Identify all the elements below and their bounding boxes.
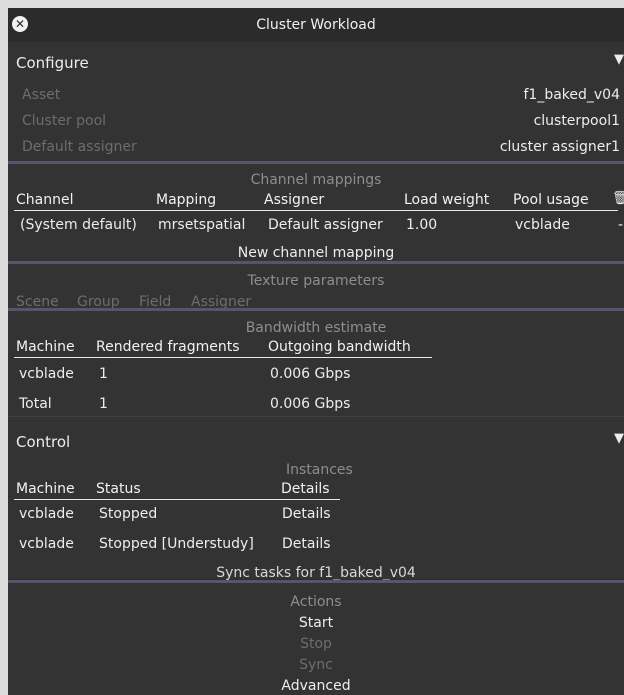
header-underline [14, 210, 618, 211]
cluster-pool-label: Cluster pool [22, 113, 107, 129]
machine-cell: vcblade [19, 366, 74, 382]
default-assigner-value[interactable]: cluster assigner1 [500, 139, 620, 155]
mapping-cell[interactable]: mrsetspatial [158, 217, 245, 233]
bandwidth-cell: 0.006 Gbps [270, 366, 351, 382]
configure-section: Configure ▼ Asset f1_baked_v04 Cluster p… [8, 42, 624, 167]
title-bar: ✕ Cluster Workload [8, 8, 624, 42]
header-underline [14, 499, 340, 500]
asset-value[interactable]: f1_baked_v04 [523, 87, 620, 103]
instance-machine: vcblade [19, 506, 74, 522]
control-header[interactable]: Control [16, 433, 70, 451]
instances-title: Instances [286, 462, 353, 478]
default-assigner-label: Default assigner [22, 139, 137, 155]
col-details[interactable]: Details [281, 481, 330, 497]
col-load-weight[interactable]: Load weight [404, 192, 489, 208]
texture-parameters-section: Texture parameters Scene Group Field Ass… [8, 264, 624, 310]
col-machine[interactable]: Machine [16, 481, 75, 497]
header-underline [14, 357, 432, 358]
details-button[interactable]: Details [282, 536, 331, 552]
col-machine[interactable]: Machine [16, 339, 75, 355]
stop-button[interactable]: Stop [8, 636, 624, 652]
col-pool-usage[interactable]: Pool usage [513, 192, 589, 208]
total-bandwidth: 0.006 Gbps [270, 396, 351, 412]
window-title: Cluster Workload [256, 17, 376, 33]
load-weight-cell[interactable]: 1.00 [406, 217, 437, 233]
channel-mappings-title: Channel mappings [250, 172, 382, 188]
col-status[interactable]: Status [96, 481, 141, 497]
col-mapping[interactable]: Mapping [156, 192, 216, 208]
actions-section: Actions Start Stop Sync Advanced [8, 583, 624, 695]
col-assigner[interactable]: Assigner [264, 192, 324, 208]
start-button[interactable]: Start [8, 615, 624, 631]
fragments-cell: 1 [99, 366, 108, 382]
channel-mappings-section: Channel mappings Channel Mapping Assigne… [8, 164, 624, 264]
cluster-workload-window: ✕ Cluster Workload Configure ▼ Asset f1_… [8, 8, 624, 695]
col-outgoing-bandwidth[interactable]: Outgoing bandwidth [268, 339, 411, 355]
row-extra-cell: - [618, 217, 624, 233]
new-channel-mapping-button[interactable]: New channel mapping [8, 245, 624, 261]
cluster-pool-value[interactable]: clusterpool1 [534, 113, 620, 129]
sync-tasks-button[interactable]: Sync tasks for f1_baked_v04 [8, 565, 624, 581]
advanced-button[interactable]: Advanced [8, 678, 624, 694]
actions-title: Actions [290, 594, 342, 610]
collapse-arrow-icon[interactable]: ▼ [614, 52, 624, 67]
channel-cell[interactable]: (System default) [20, 217, 137, 233]
bandwidth-title: Bandwidth estimate [245, 320, 387, 336]
texture-parameters-title: Texture parameters [247, 273, 385, 289]
configure-header[interactable]: Configure [16, 54, 89, 72]
col-rendered-fragments[interactable]: Rendered fragments [96, 339, 240, 355]
total-label: Total [19, 396, 52, 412]
sync-button[interactable]: Sync [8, 657, 624, 673]
instance-status: Stopped [Understudy] [99, 536, 254, 552]
instance-machine: vcblade [19, 536, 74, 552]
collapse-arrow-icon[interactable]: ▼ [614, 431, 624, 446]
control-section: Control ▼ Instances Machine Status Detai… [8, 417, 624, 581]
total-fragments: 1 [99, 396, 108, 412]
details-button[interactable]: Details [282, 506, 331, 522]
pool-usage-cell[interactable]: vcblade [515, 217, 570, 233]
instance-status: Stopped [99, 506, 158, 522]
bandwidth-section: Bandwidth estimate Machine Rendered frag… [8, 311, 624, 417]
col-channel[interactable]: Channel [16, 192, 73, 208]
asset-label: Asset [22, 87, 61, 103]
trash-icon[interactable]: 🗑 [612, 191, 624, 206]
assigner-cell[interactable]: Default assigner [268, 217, 383, 233]
